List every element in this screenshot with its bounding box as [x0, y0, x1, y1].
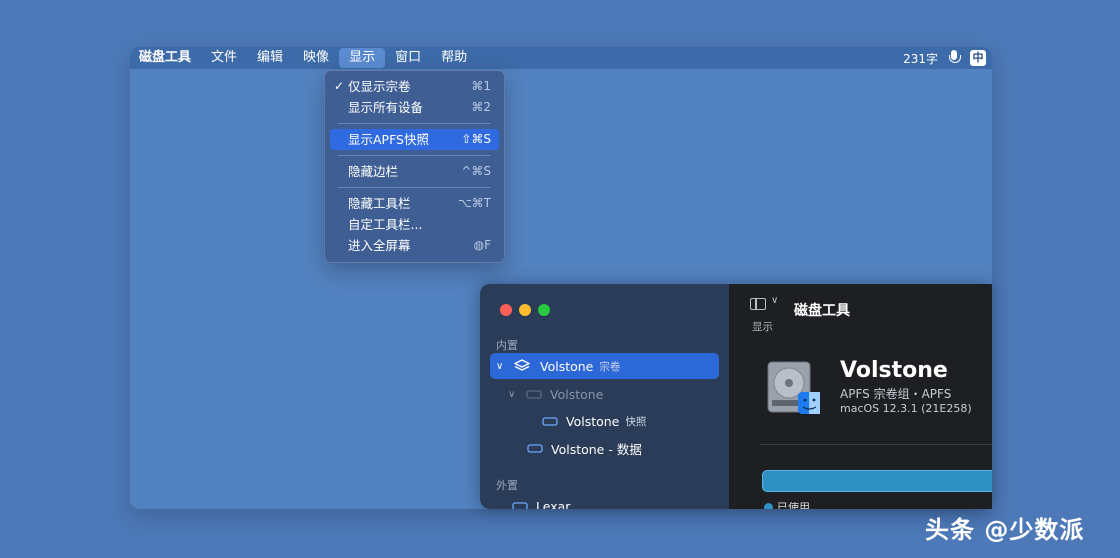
drive-icon: [512, 502, 528, 509]
drive-icon: [526, 390, 542, 399]
menu-item-label: 隐藏工具栏: [348, 196, 411, 211]
menu-separator: [338, 187, 491, 188]
sidebar-item-sublabel: 快照: [625, 415, 647, 428]
window-controls: [500, 304, 550, 316]
menu-item-enter-fullscreen[interactable]: 进入全屏幕 ◍F: [330, 235, 499, 256]
menu-separator: [338, 123, 491, 124]
sidebar-item-label: Volstone: [540, 358, 594, 374]
sidebar-item-sublabel: 宗卷: [599, 360, 621, 373]
sidebar-toggle-icon[interactable]: [750, 298, 766, 310]
menu-item-label: 自定工具栏...: [348, 217, 423, 232]
usage-bar: [762, 470, 992, 492]
used-legend-label: 已使用: [777, 501, 810, 509]
section-external: 外置: [496, 479, 518, 492]
volume-name: Volstone: [840, 358, 948, 383]
layers-icon: [514, 359, 530, 371]
sidebar-item-label: Volstone: [550, 386, 604, 402]
sidebar-item-volstone-volume[interactable]: ∨ Volstone 宗卷: [490, 353, 719, 379]
input-method-icon[interactable]: 中: [970, 50, 986, 66]
menu-edit[interactable]: 编辑: [247, 48, 293, 68]
menu-view[interactable]: 显示: [339, 48, 386, 68]
volume-os-version: macOS 12.3.1 (21E258): [840, 402, 972, 415]
menu-item-hide-toolbar[interactable]: 隐藏工具栏 ⌥⌘T: [330, 193, 499, 214]
menu-item-shortcut: ⌥⌘T: [457, 196, 491, 210]
sidebar: 内置 ∨ Volstone 宗卷 ∨ Volstone Volstone 快照: [480, 284, 730, 509]
menu-item-label: 显示APFS快照: [348, 132, 429, 147]
sidebar-item-label: Lexar: [536, 498, 571, 510]
menu-item-label: 进入全屏幕: [348, 238, 411, 253]
sidebar-item-volstone-snapshot[interactable]: Volstone 快照: [542, 408, 646, 434]
menu-bar: 磁盘工具 文件 编辑 映像 显示 窗口 帮助 231字 中: [130, 47, 992, 69]
volume-type: APFS 宗卷组・APFS: [840, 387, 952, 401]
sidebar-item-volstone-data[interactable]: Volstone - 数据: [527, 435, 642, 461]
sidebar-item-volstone-container[interactable]: ∨ Volstone: [508, 381, 603, 407]
menu-app-name[interactable]: 磁盘工具: [130, 48, 201, 68]
disk-utility-window: 内置 ∨ Volstone 宗卷 ∨ Volstone Volstone 快照: [480, 284, 992, 509]
view-menu-dropdown: ✓ 仅显示宗卷 ⌘1 显示所有设备 ⌘2 显示APFS快照 ⇧⌘S 隐藏边栏 ^…: [324, 70, 505, 263]
microphone-icon[interactable]: [946, 49, 962, 67]
menu-window[interactable]: 窗口: [385, 48, 431, 68]
menu-item-label: 仅显示宗卷: [348, 79, 411, 94]
divider: [760, 444, 992, 445]
sidebar-item-lexar[interactable]: Lexar: [512, 493, 570, 509]
drive-icon: [527, 444, 543, 453]
watermark: 头条 @少数派: [925, 516, 1085, 544]
menu-item-show-volumes-only[interactable]: ✓ 仅显示宗卷 ⌘1: [330, 76, 499, 97]
section-internal: 内置: [496, 339, 518, 352]
menu-item-shortcut: ◍F: [473, 238, 491, 252]
sidebar-item-label: Volstone - 数据: [551, 441, 642, 457]
menu-item-shortcut: ⇧⌘S: [461, 132, 491, 146]
menu-item-hide-sidebar[interactable]: 隐藏边栏 ^⌘S: [330, 161, 499, 182]
menu-item-label: 隐藏边栏: [348, 164, 399, 179]
menu-item-shortcut: ⌘2: [471, 100, 491, 114]
menu-file[interactable]: 文件: [201, 48, 247, 68]
menu-item-shortcut: ^⌘S: [461, 164, 491, 178]
menu-item-label: 显示所有设备: [348, 100, 424, 115]
menu-item-show-apfs-snapshots[interactable]: 显示APFS快照 ⇧⌘S: [330, 129, 499, 150]
zoom-button[interactable]: [538, 304, 550, 316]
sidebar-item-label: Volstone: [566, 413, 620, 429]
menu-help[interactable]: 帮助: [431, 48, 477, 68]
hard-drive-icon: [767, 361, 820, 414]
view-button-label: 显示: [752, 321, 773, 333]
close-button[interactable]: [500, 304, 512, 316]
minimize-button[interactable]: [519, 304, 531, 316]
menu-item-customize-toolbar[interactable]: 自定工具栏...: [330, 214, 499, 235]
chevron-down-icon[interactable]: ∨: [496, 361, 510, 372]
menu-item-show-all-devices[interactable]: 显示所有设备 ⌘2: [330, 97, 499, 118]
chevron-down-icon[interactable]: ∨: [771, 295, 778, 306]
chevron-down-icon[interactable]: ∨: [508, 389, 522, 400]
window-title: 磁盘工具: [794, 303, 850, 319]
menu-image[interactable]: 映像: [293, 48, 339, 68]
main-content: ∨ 显示 磁盘工具 Volstone APFS 宗卷组・APFS macOS 1…: [730, 284, 992, 509]
menubar-status-area: 231字 中: [903, 49, 992, 67]
menu-separator: [338, 155, 491, 156]
used-legend-dot: [764, 503, 773, 509]
drive-icon: [542, 417, 558, 426]
menu-item-shortcut: ⌘1: [471, 79, 491, 93]
word-count[interactable]: 231字: [903, 50, 938, 67]
checkmark-icon: ✓: [334, 79, 345, 93]
